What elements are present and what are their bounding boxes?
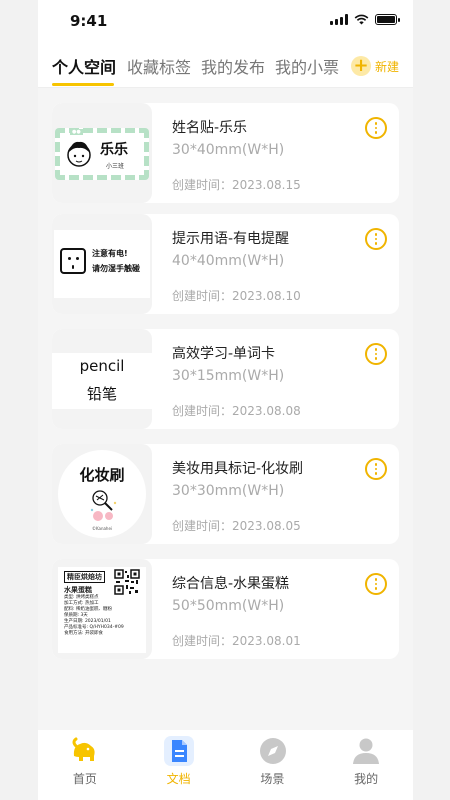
sticker-class: 小三班 xyxy=(106,163,125,170)
card-title: 综合信息-水果蛋糕 xyxy=(172,576,290,592)
app-screen: 9:41 个人空间 收藏标签 我的发布 我的小票 + 新建 ●● 乐乐 小三班 … xyxy=(38,0,413,800)
word-card-preview: pencil 铅笔 xyxy=(52,353,152,409)
card-title: 美妆用具标记-化妆刷 xyxy=(172,461,304,477)
name-sticker-preview: ●● 乐乐 小三班 xyxy=(55,128,149,180)
card-size: 40*40mm(W*H) xyxy=(172,253,285,269)
brush-label-brand: ©Kanahei xyxy=(91,526,113,531)
word-english: pencil xyxy=(79,357,125,375)
status-icons xyxy=(330,14,400,25)
qr-code-icon xyxy=(114,569,140,595)
wifi-icon xyxy=(354,14,369,25)
detail-line: 食用方法: 开袋即食 xyxy=(64,631,103,636)
card-size: 50*50mm(W*H) xyxy=(172,598,285,614)
more-options-icon[interactable] xyxy=(365,458,387,480)
battery-icon xyxy=(375,14,400,25)
bakery-name: 精臣烘焙坊 xyxy=(64,571,105,583)
person-icon xyxy=(353,738,380,764)
tab-my-receipts[interactable]: 我的小票 xyxy=(275,54,339,78)
label-card[interactable]: ●● 乐乐 小三班 姓名贴-乐乐 30*40mm(W*H) 创建时间：2023.… xyxy=(52,103,399,203)
nav-scenes[interactable]: 场景 xyxy=(226,730,320,800)
power-outlet-icon xyxy=(60,248,86,274)
cake-info-label-preview: 精臣烘焙坊 水果蛋糕 类型: 烘烤类糕点 加工方式: 热加工 配料: 稀奶油蛋糕… xyxy=(58,567,146,653)
warning-line-2: 请勿湿手触碰 xyxy=(92,264,140,273)
plus-icon: + xyxy=(350,56,371,76)
sticker-tag-decoration: ●● xyxy=(70,129,83,135)
new-button[interactable]: + 新建 xyxy=(350,56,399,76)
new-button-label: 新建 xyxy=(374,59,399,74)
card-size: 30*40mm(W*H) xyxy=(172,142,285,158)
card-title: 高效学习-单词卡 xyxy=(172,346,276,362)
nav-profile-label: 我的 xyxy=(354,772,379,786)
brush-label-title: 化妆刷 xyxy=(79,466,125,484)
word-chinese: 铅笔 xyxy=(86,385,117,403)
signal-icon xyxy=(330,14,348,25)
label-thumbnail: ●● 乐乐 小三班 xyxy=(52,103,152,203)
label-card[interactable]: 精臣烘焙坊 水果蛋糕 类型: 烘烤类糕点 加工方式: 热加工 配料: 稀奶油蛋糕… xyxy=(52,559,399,659)
card-date: 创建时间：2023.08.05 xyxy=(172,519,301,533)
warning-line-1: 注意有电! xyxy=(92,249,128,258)
label-card[interactable]: 化妆刷 ©Kanahei 美妆用具标记-化妆刷 30*30mm(W*H) 创建时… xyxy=(52,444,399,544)
sticker-name: 乐乐 xyxy=(100,142,128,158)
tab-favorite-labels[interactable]: 收藏标签 xyxy=(127,54,191,78)
document-icon xyxy=(163,736,194,766)
product-name: 水果蛋糕 xyxy=(64,586,92,594)
card-title: 提示用语-有电提醒 xyxy=(172,231,290,247)
nav-home-label: 首页 xyxy=(72,772,97,786)
label-thumbnail: pencil 铅笔 xyxy=(52,329,152,429)
tab-personal-space[interactable]: 个人空间 xyxy=(52,54,116,78)
active-tab-indicator xyxy=(52,83,114,86)
nav-profile[interactable]: 我的 xyxy=(319,730,413,800)
warning-label-preview: 注意有电! 请勿湿手触碰 xyxy=(54,230,150,298)
brush-illustration-icon xyxy=(90,490,117,521)
more-options-icon[interactable] xyxy=(365,573,387,595)
compass-icon xyxy=(259,738,286,764)
card-date: 创建时间：2023.08.15 xyxy=(172,178,301,192)
tab-my-posts[interactable]: 我的发布 xyxy=(201,54,265,78)
label-thumbnail: 注意有电! 请勿湿手触碰 xyxy=(52,214,152,314)
label-card[interactable]: 注意有电! 请勿湿手触碰 提示用语-有电提醒 40*40mm(W*H) 创建时间… xyxy=(52,214,399,314)
card-date: 创建时间：2023.08.01 xyxy=(172,634,301,648)
card-date: 创建时间：2023.08.08 xyxy=(172,404,301,418)
makeup-brush-label-preview: 化妆刷 ©Kanahei xyxy=(58,450,146,538)
label-thumbnail: 化妆刷 ©Kanahei xyxy=(52,444,152,544)
label-thumbnail: 精臣烘焙坊 水果蛋糕 类型: 烘烤类糕点 加工方式: 热加工 配料: 稀奶油蛋糕… xyxy=(52,559,152,659)
status-bar: 9:41 xyxy=(38,0,413,44)
nav-documents[interactable]: 文档 xyxy=(132,730,226,800)
nav-scenes-label: 场景 xyxy=(260,772,285,786)
card-title: 姓名贴-乐乐 xyxy=(172,120,248,136)
nav-documents-label: 文档 xyxy=(166,772,191,786)
tab-bar: 个人空间 收藏标签 我的发布 我的小票 + 新建 xyxy=(38,44,413,88)
more-options-icon[interactable] xyxy=(365,117,387,139)
child-face-icon xyxy=(67,141,91,167)
label-card[interactable]: pencil 铅笔 高效学习-单词卡 30*15mm(W*H) 创建时间：202… xyxy=(52,329,399,429)
card-size: 30*15mm(W*H) xyxy=(172,368,285,384)
more-options-icon[interactable] xyxy=(365,228,387,250)
more-options-icon[interactable] xyxy=(365,343,387,365)
card-date: 创建时间：2023.08.10 xyxy=(172,289,301,303)
elephant-home-icon xyxy=(72,737,95,761)
card-size: 30*30mm(W*H) xyxy=(172,483,285,499)
product-details: 类型: 烘烤类糕点 加工方式: 热加工 配料: 稀奶油蛋糕、糖粉 保质期: 3天… xyxy=(64,595,124,637)
nav-home[interactable]: 首页 xyxy=(38,730,132,800)
status-time: 9:41 xyxy=(70,12,108,30)
bottom-navigation: 首页 文档 场景 我的 xyxy=(38,730,413,800)
